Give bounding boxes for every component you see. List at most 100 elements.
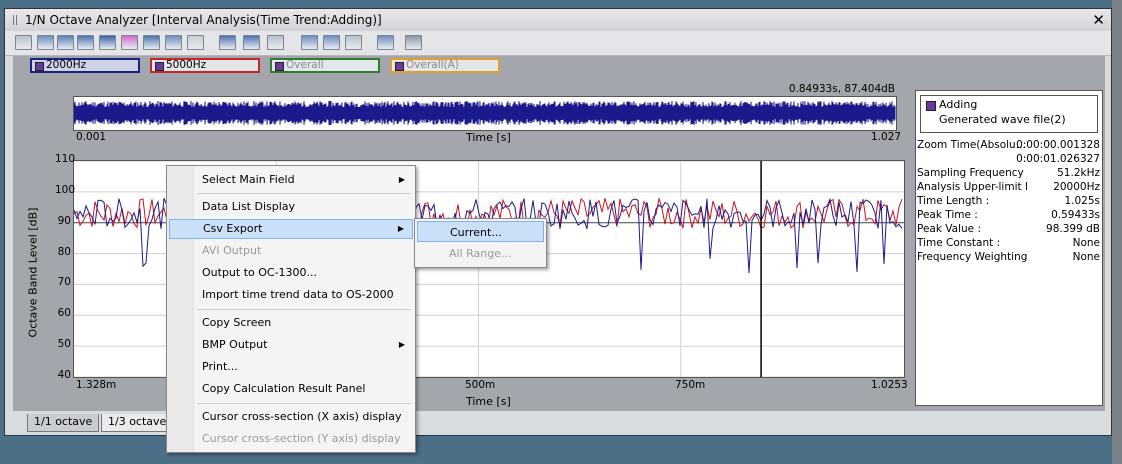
legend-label: 2000Hz xyxy=(46,59,87,71)
info-value: 0:00:00.001328 xyxy=(1016,139,1100,151)
menu-item-cursor-cross-section-y-axis-display[interactable]: Cursor cross-section (Y axis) display xyxy=(169,429,413,449)
menu-item-label: Cursor cross-section (X axis) display xyxy=(202,410,402,423)
menu-item-label: Copy Screen xyxy=(202,316,272,329)
y-tick-label: 80 xyxy=(57,245,71,258)
legend-1[interactable]: 2000Hz xyxy=(30,58,140,73)
settings-icon[interactable] xyxy=(405,35,422,50)
legend-2[interactable]: 5000Hz xyxy=(150,58,260,73)
info-key: Time Constant : xyxy=(917,237,1001,249)
menu-item-select-main-field[interactable]: Select Main Field ▶ xyxy=(169,170,413,190)
info-value: 0:00:01.026327 xyxy=(1016,153,1100,165)
menu-item-label: Select Main Field xyxy=(202,173,295,186)
y-tick-label: 90 xyxy=(57,214,71,227)
layout-icon[interactable] xyxy=(15,35,32,50)
window-icon[interactable] xyxy=(323,35,340,50)
menu-item-copy-screen[interactable]: Copy Screen xyxy=(169,313,413,333)
menu-item-bmp-output[interactable]: BMP Output ▶ xyxy=(169,335,413,355)
submenu-item-all-range[interactable]: All Range... xyxy=(417,243,544,264)
octave-icon[interactable] xyxy=(77,35,94,50)
menu-item-label: Csv Export xyxy=(203,222,263,235)
display-mode-icon[interactable] xyxy=(219,35,236,50)
y-tick-label: 100 xyxy=(55,183,76,196)
close-icon[interactable]: ✕ xyxy=(1092,11,1105,29)
info-row: Analysis Upper-limit Freq... 20000Hz xyxy=(917,181,1100,195)
menu-item-copy-calculation-result-panel[interactable]: Copy Calculation Result Panel xyxy=(169,379,413,399)
info-value: 20000Hz xyxy=(1053,181,1100,193)
scale-icon[interactable] xyxy=(345,35,362,50)
info-row: Time Length : 1.025s xyxy=(917,195,1100,209)
zoom-icon[interactable] xyxy=(165,35,182,50)
menu-item-cursor-cross-section-x-axis-display[interactable]: Cursor cross-section (X axis) display xyxy=(169,407,413,427)
info-row: Sampling Frequency 51.2kHz xyxy=(917,167,1100,181)
toolbar xyxy=(5,31,1111,56)
waveform-x-start: 0.001 xyxy=(76,131,107,143)
info-row: Frequency Weighting Correcti... None xyxy=(917,251,1100,265)
info-key: Peak Time : xyxy=(917,209,978,221)
legend-color-icon xyxy=(275,62,284,71)
legend-4[interactable]: Overall(A) xyxy=(390,58,500,73)
legend-label: Overall xyxy=(286,59,324,71)
bar-graph-icon[interactable] xyxy=(37,35,54,50)
tab-1-1-octave[interactable]: 1/1 octave xyxy=(27,414,100,432)
info-value: 0.59433s xyxy=(1051,209,1100,221)
expand-icon[interactable] xyxy=(377,35,394,50)
info-legend-box: Adding Generated wave file(2) xyxy=(920,95,1098,133)
info-key: Peak Value : xyxy=(917,223,981,235)
time-trend-icon[interactable] xyxy=(99,35,116,50)
info-legend-title: Adding xyxy=(939,98,978,111)
split-icon[interactable] xyxy=(243,35,260,50)
info-key: Frequency Weighting Correcti... xyxy=(917,251,1027,263)
submenu-arrow-icon: ▶ xyxy=(398,175,405,184)
plot-y-label: Octave Band Level [dB] xyxy=(26,207,40,338)
waveform-svg xyxy=(73,100,896,126)
title-bar[interactable]: 1/N Octave Analyzer [Interval Analysis(T… xyxy=(5,9,1111,32)
legend-color-icon xyxy=(395,62,404,71)
info-row: Time Constant : None xyxy=(917,237,1100,251)
y-tick-label: 50 xyxy=(57,338,71,351)
info-row: Zoom Time(Absolu... 0:00:00.001328 xyxy=(917,139,1100,153)
waveform-x-end: 1.027 xyxy=(871,131,902,143)
menu-item-label: Cursor cross-section (Y axis) display xyxy=(202,432,401,445)
menu-item-label: Print... xyxy=(202,360,238,373)
menu-item-label: Data List Display xyxy=(202,200,296,213)
overlay-icon[interactable] xyxy=(301,35,318,50)
legend-color-icon xyxy=(155,62,164,71)
menu-separator xyxy=(197,309,411,310)
lock-icon[interactable] xyxy=(187,35,204,50)
submenu-item-current[interactable]: Current... xyxy=(417,221,544,242)
menu-separator xyxy=(197,403,411,404)
menu-item-avi-output[interactable]: AVI Output xyxy=(169,241,413,261)
window-title: 1/N Octave Analyzer [Interval Analysis(T… xyxy=(25,13,382,27)
info-row: Peak Value : 98.399 dB xyxy=(917,223,1100,237)
x-tick-label: 750m xyxy=(675,379,706,391)
submenu-arrow-icon: ▶ xyxy=(397,224,404,233)
info-value: None xyxy=(1072,251,1100,263)
color-map-icon[interactable] xyxy=(121,35,138,50)
menu-item-output-to-oc-1300[interactable]: Output to OC-1300... xyxy=(169,263,413,283)
menu-item-label: AVI Output xyxy=(202,244,262,257)
csv-export-submenu: Current... All Range... xyxy=(414,218,547,268)
menu-item-data-list-display[interactable]: Data List Display xyxy=(169,197,413,217)
info-legend-source: Generated wave file(2) xyxy=(939,113,1066,126)
info-key: Time Length : xyxy=(917,195,990,207)
desktop-background xyxy=(1112,0,1122,464)
tab-1-3-octave[interactable]: 1/3 octave xyxy=(101,414,174,432)
cursor-readout: 0.84933s, 87.404dB xyxy=(788,83,895,95)
cursor-icon[interactable] xyxy=(143,35,160,50)
x-tick-label: 1.328m xyxy=(76,379,117,391)
menu-item-import-time-trend-data-to-os-2000[interactable]: Import time trend data to OS-2000 xyxy=(169,285,413,305)
menu-item-print[interactable]: Print... xyxy=(169,357,413,377)
grip-icon[interactable] xyxy=(13,15,19,25)
fit-icon[interactable] xyxy=(267,35,284,50)
legend-label: 5000Hz xyxy=(166,59,207,71)
menu-item-label: BMP Output xyxy=(202,338,268,351)
y-tick-label: 60 xyxy=(57,307,71,320)
y-tick-label: 110 xyxy=(55,153,76,165)
waveform-overview[interactable] xyxy=(73,96,897,131)
legend-3[interactable]: Overall xyxy=(270,58,380,73)
menu-item-csv-export[interactable]: Csv Export ▶ xyxy=(169,219,413,239)
legend-color-icon xyxy=(35,62,44,71)
spectrum-icon[interactable] xyxy=(57,35,74,50)
info-key: Sampling Frequency xyxy=(917,167,1024,179)
info-value: 1.025s xyxy=(1064,195,1100,207)
